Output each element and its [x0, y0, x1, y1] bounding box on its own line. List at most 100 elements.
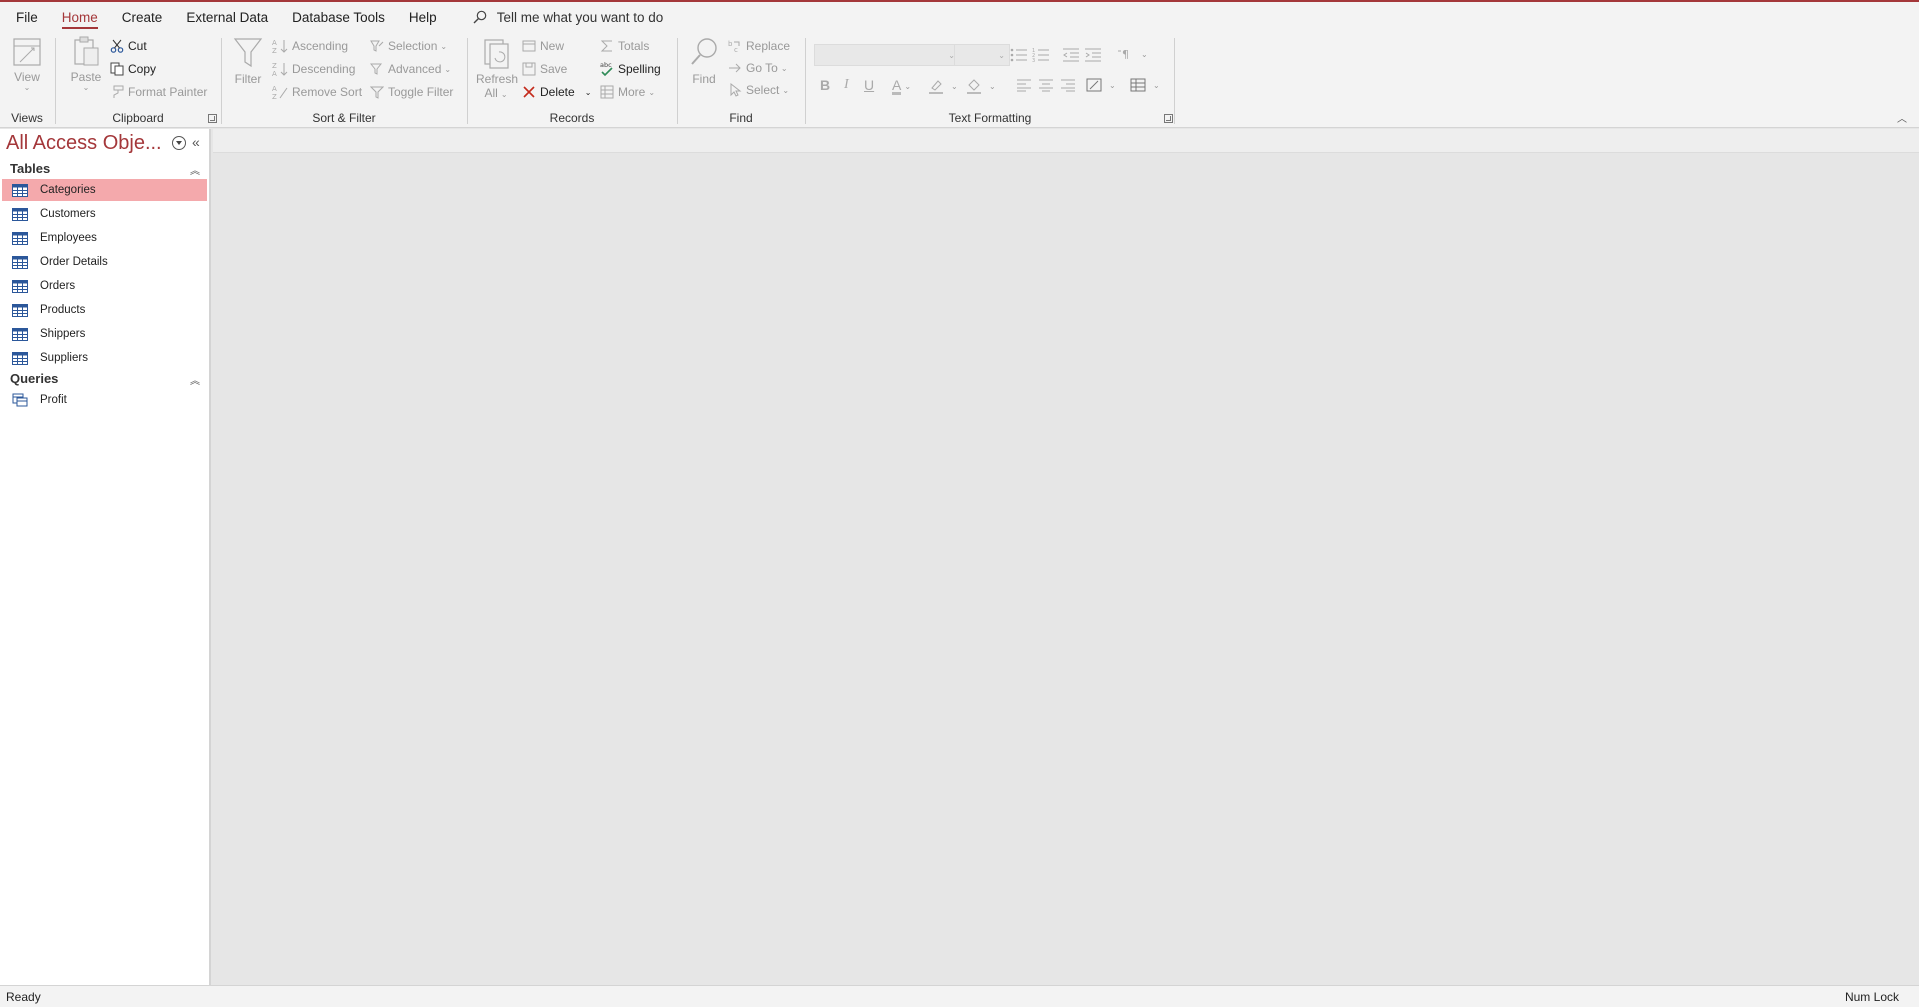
tell-me-search[interactable]: Tell me what you want to do [473, 9, 664, 25]
status-bar: Ready Num Lock [0, 985, 1919, 1007]
copy-icon [110, 62, 124, 76]
svg-text:A: A [272, 70, 277, 77]
shutter-bar-collapse-icon[interactable]: « [192, 134, 200, 150]
select-button[interactable]: Select ⌄ [728, 80, 789, 100]
delete-record-button[interactable]: Delete ⌄ [522, 82, 591, 102]
svg-text:c: c [734, 46, 738, 53]
underline-button[interactable]: U [864, 77, 874, 93]
table-icon [12, 255, 28, 269]
chevron-down-icon: ⌄ [584, 87, 592, 97]
nav-item-label: Shippers [40, 328, 86, 340]
table-icon [12, 183, 28, 197]
highlighter-icon [929, 80, 943, 94]
view-button[interactable]: View ⌄ [8, 36, 46, 92]
find-button[interactable]: Find [688, 36, 720, 86]
italic-button[interactable]: I [844, 77, 849, 93]
refresh-icon [484, 39, 509, 69]
save-record-button[interactable]: Save [522, 59, 567, 79]
align-center-icon[interactable] [1038, 78, 1054, 92]
group-sort-filter: Filter AZ Ascending ZA Descending AZ Rem… [222, 32, 466, 128]
descending-button[interactable]: ZA Descending [272, 59, 355, 79]
copy-button[interactable]: Copy [110, 59, 156, 79]
arrow-right-icon [729, 63, 741, 73]
table-icon [12, 327, 28, 341]
remove-sort-button[interactable]: AZ Remove Sort [272, 82, 362, 102]
alternate-row-color-button[interactable]: ⌄ [1086, 75, 1116, 95]
text-formatting-launcher-icon[interactable] [1164, 114, 1173, 123]
tab-help[interactable]: Help [401, 2, 445, 32]
toggle-filter-button[interactable]: Toggle Filter [370, 82, 453, 102]
nav-item-label: Categories [40, 184, 96, 196]
replace-button[interactable]: bc Replace [728, 36, 790, 56]
cut-button[interactable]: Cut [110, 36, 147, 56]
gridlines-button[interactable]: ⌄ [1130, 75, 1160, 95]
tab-file[interactable]: File [8, 2, 46, 32]
chevron-down-icon: ⌄ [82, 83, 90, 92]
nav-item-label: Customers [40, 208, 96, 220]
font-size-combo[interactable]: ⌄ [954, 44, 1010, 66]
font-name-combo[interactable]: ⌄ [814, 44, 960, 66]
paint-bucket-icon [967, 79, 981, 94]
highlight-button[interactable]: ⌄ [928, 76, 958, 96]
query-icon [12, 393, 28, 407]
group-label-clipboard: Clipboard [112, 111, 164, 125]
more-button[interactable]: More ⌄ [600, 82, 655, 102]
advanced-button[interactable]: Advanced ⌄ [370, 59, 451, 79]
nav-item-table[interactable]: Products [2, 299, 207, 321]
chevron-down-icon: ⌄ [904, 81, 912, 91]
nav-item-table[interactable]: Shippers [2, 323, 207, 345]
tab-create[interactable]: Create [114, 2, 171, 32]
nav-section-queries[interactable]: Queries ︽ [10, 371, 200, 387]
group-text-formatting: ⌄ ⌄ 123 ¶ ⌄ B I U A ⌄ ⌄ ⌄ ⌄ ⌄ Text Forma… [806, 32, 1174, 128]
spelling-button[interactable]: abc Spelling [600, 59, 661, 79]
group-records: Refresh All ⌄ New Save Delete ⌄ Totals abc… [468, 32, 676, 128]
nav-item-table[interactable]: Order Details [2, 251, 207, 273]
nav-item-table[interactable]: Suppliers [2, 347, 207, 369]
nav-item-query[interactable]: Profit [2, 389, 207, 411]
nav-item-table[interactable]: Customers [2, 203, 207, 225]
chevron-up-double-icon[interactable]: ︽ [190, 372, 200, 387]
refresh-all-button[interactable]: Refresh All ⌄ [476, 36, 518, 100]
font-color-button[interactable]: A ⌄ [892, 76, 911, 96]
table-icon [12, 303, 28, 317]
new-record-icon [522, 40, 536, 52]
tab-database-tools[interactable]: Database Tools [284, 2, 393, 32]
tab-home[interactable]: Home [54, 2, 106, 32]
bullets-icon[interactable] [1010, 47, 1028, 63]
ascending-button[interactable]: AZ Ascending [272, 36, 348, 56]
sort-descending-icon: ZA [272, 62, 288, 77]
paragraph-direction-button[interactable]: ¶ ⌄ [1118, 44, 1148, 64]
grid-icon [600, 85, 614, 99]
format-painter-button[interactable]: Format Painter [110, 82, 207, 102]
align-right-icon[interactable] [1060, 78, 1076, 92]
nav-item-table[interactable]: Employees [2, 227, 207, 249]
tab-external-data[interactable]: External Data [178, 2, 276, 32]
nav-pane-title[interactable]: All Access Obje... [6, 132, 162, 155]
nav-section-tables[interactable]: Tables ︽ [10, 161, 200, 177]
decrease-indent-icon[interactable] [1062, 47, 1080, 63]
totals-button[interactable]: Totals [600, 36, 649, 56]
chevron-up-double-icon[interactable]: ︽ [190, 162, 200, 177]
paste-button[interactable]: Paste ⌄ [66, 36, 106, 92]
nav-item-table[interactable]: Orders [2, 275, 207, 297]
new-record-button[interactable]: New [522, 36, 564, 56]
filter-button[interactable]: Filter [232, 36, 264, 86]
nav-menu-dropdown-icon[interactable] [172, 136, 186, 150]
chevron-down-icon: ⌄ [998, 51, 1005, 60]
chevron-down-icon: ⌄ [989, 81, 996, 91]
collapse-ribbon-icon[interactable]: ︿ [1897, 110, 1907, 125]
fill-color-button[interactable]: ⌄ [966, 76, 996, 96]
chevron-down-icon: ⌄ [1153, 80, 1160, 90]
goto-button[interactable]: Go To ⌄ [728, 58, 788, 78]
selection-button[interactable]: Selection ⌄ [370, 36, 447, 56]
group-label-sort-filter: Sort & Filter [312, 111, 376, 125]
clipboard-launcher-icon[interactable] [208, 114, 217, 123]
tell-me-text: Tell me what you want to do [496, 9, 664, 25]
bold-button[interactable]: B [820, 77, 830, 93]
chevron-down-icon: ⌄ [1109, 80, 1116, 90]
numbering-icon[interactable]: 123 [1032, 47, 1050, 63]
nav-item-table[interactable]: Categories [2, 179, 207, 201]
increase-indent-icon[interactable] [1084, 47, 1102, 63]
table-icon [12, 351, 28, 365]
align-left-icon[interactable] [1016, 78, 1032, 92]
